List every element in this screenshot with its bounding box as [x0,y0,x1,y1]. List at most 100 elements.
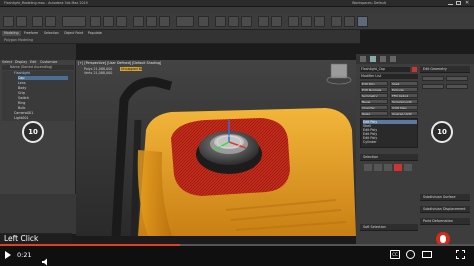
list-item[interactable]: Grip [18,91,68,95]
edge-mode-icon[interactable] [374,164,382,171]
motion-tab-icon[interactable] [390,56,396,62]
selection-rollout[interactable]: Selection [360,154,418,161]
pivot-icon[interactable] [198,16,209,27]
rotate-icon[interactable] [146,16,157,27]
edit-normals-button[interactable]: Edit Normals [360,87,388,92]
constraint-button[interactable] [446,76,468,81]
collapse-button[interactable] [446,84,468,89]
shell-button[interactable]: Shell [390,81,418,86]
move-icon[interactable] [133,16,144,27]
material-editor-icon[interactable] [314,16,325,27]
skip-forward-button[interactable]: 10 [431,121,453,143]
object-name-field[interactable]: Flashlight_Cap [360,67,410,72]
render-icon[interactable] [357,16,368,27]
region-select-icon[interactable] [116,16,127,27]
render-setup-icon[interactable] [331,16,342,27]
subdivision-displacement-rollout[interactable]: Subdivision Displacement [420,206,470,213]
workspace-label: Workspaces: Default [352,1,386,5]
snaps-toggle-icon[interactable] [215,16,226,27]
undo-icon[interactable] [3,16,14,27]
soft-selection-rollout[interactable]: Soft Selection [360,224,418,231]
explorer-column-header: Name (Sorted Ascending) [2,65,74,70]
vertex-mode-icon[interactable] [364,164,372,171]
element-mode-icon[interactable] [404,164,412,171]
explorer-tab-select[interactable]: Select [2,60,16,64]
select-by-name-icon[interactable] [103,16,114,27]
modifier-list-dropdown[interactable]: Modifier List [360,74,418,79]
tab-modeling[interactable]: Modeling [2,31,21,36]
unwrap-uvw-button[interactable]: Unwrap UVW [390,111,418,116]
list-item[interactable]: Camera001 [14,111,64,115]
tab-populate[interactable]: Populate [86,31,104,36]
minimize-icon[interactable] [448,1,453,5]
explorer-tab-customize[interactable]: Customize [40,60,62,64]
list-item[interactable]: Light001 [14,116,64,120]
unlink-icon[interactable] [45,16,56,27]
percent-snap-icon[interactable] [241,16,252,27]
render-frame-icon[interactable] [344,16,355,27]
close-icon[interactable]: ✕ [465,0,472,6]
list-item[interactable]: Switch [18,96,68,100]
subdivision-surface-rollout[interactable]: Subdivision Surface [420,194,470,201]
ribbon-panel-label: Polygon Modeling [4,38,33,42]
maximize-icon[interactable] [456,1,461,5]
stack-item[interactable]: Cylinder [363,140,417,144]
explorer-tab-display[interactable]: Display [15,60,29,64]
tab-freeform[interactable]: Freeform [22,31,40,36]
uvw-map-button[interactable]: UVW Map [390,105,418,110]
tab-selection[interactable]: Selection [42,31,61,36]
selection-filter-dropdown[interactable] [62,16,86,27]
list-item[interactable]: Body [18,86,68,90]
list-item[interactable]: Lens [18,81,68,85]
list-item[interactable]: Ring [18,101,68,105]
edit-poly-button[interactable]: Edit Poly [360,81,388,86]
command-panel-tabs [356,54,474,64]
extrude-button[interactable]: Extrude [390,87,418,92]
captions-icon[interactable]: CC [390,250,400,259]
border-mode-icon[interactable] [384,164,392,171]
viewport-label[interactable]: [+] [Perspective] [User Defined] [Defaul… [78,61,198,65]
reference-coordinate-dropdown[interactable] [176,16,194,27]
turbosmooth-button[interactable]: TurboSmooth [390,99,418,104]
rollout-label: Selection [363,155,379,159]
volume-icon[interactable] [42,251,49,266]
explorer-tab-edit[interactable]: Edit [30,60,40,64]
mirror-icon[interactable] [258,16,269,27]
hierarchy-tab-icon[interactable] [380,56,386,62]
edit-geometry-rollout[interactable]: Edit Geometry [420,66,470,73]
explorer-list: Flashlight Cap Lens Body Grip Switch Rin… [2,71,74,121]
curve-editor-icon[interactable] [301,16,312,27]
relax-button[interactable]: Relax [360,111,388,116]
create-tab-icon[interactable] [360,56,366,62]
theater-mode-icon[interactable] [422,251,432,258]
progress-track[interactable] [0,244,474,246]
rollout-label: Soft Selection [363,225,386,229]
list-item-selected[interactable]: Cap [18,76,68,80]
fullscreen-icon[interactable] [456,250,465,259]
play-icon[interactable] [5,251,11,259]
perspective-viewport[interactable]: [+] [Perspective] [User Defined] [Defaul… [76,60,356,236]
settings-icon[interactable] [406,250,415,259]
chamfer-button[interactable]: Chamfer [360,105,388,110]
symmetry-button[interactable]: Symmetry [360,93,388,98]
select-object-icon[interactable] [90,16,101,27]
align-icon[interactable] [271,16,282,27]
modify-tab-icon[interactable] [370,56,376,62]
bevel-button[interactable]: Bevel [360,99,388,104]
scene-explorer-icon[interactable] [288,16,299,27]
skip-back-button[interactable]: 10 [22,121,44,143]
paint-deformation-rollout[interactable]: Paint Deformation [420,218,470,225]
ffd-button[interactable]: FFD 4x4x4 [390,93,418,98]
angle-snap-icon[interactable] [228,16,239,27]
create-button[interactable] [422,84,444,89]
object-color-swatch[interactable] [412,67,417,72]
scale-icon[interactable] [159,16,170,27]
list-item[interactable]: Flashlight [14,71,64,75]
redo-icon[interactable] [16,16,27,27]
tab-object-paint[interactable]: Object Paint [62,31,85,36]
repeat-last-button[interactable] [422,76,444,81]
list-item[interactable]: Bulb [18,106,68,110]
ribbon: Modeling Freeform Selection Object Paint… [0,30,360,44]
link-icon[interactable] [32,16,43,27]
polygon-mode-icon[interactable] [394,164,402,171]
